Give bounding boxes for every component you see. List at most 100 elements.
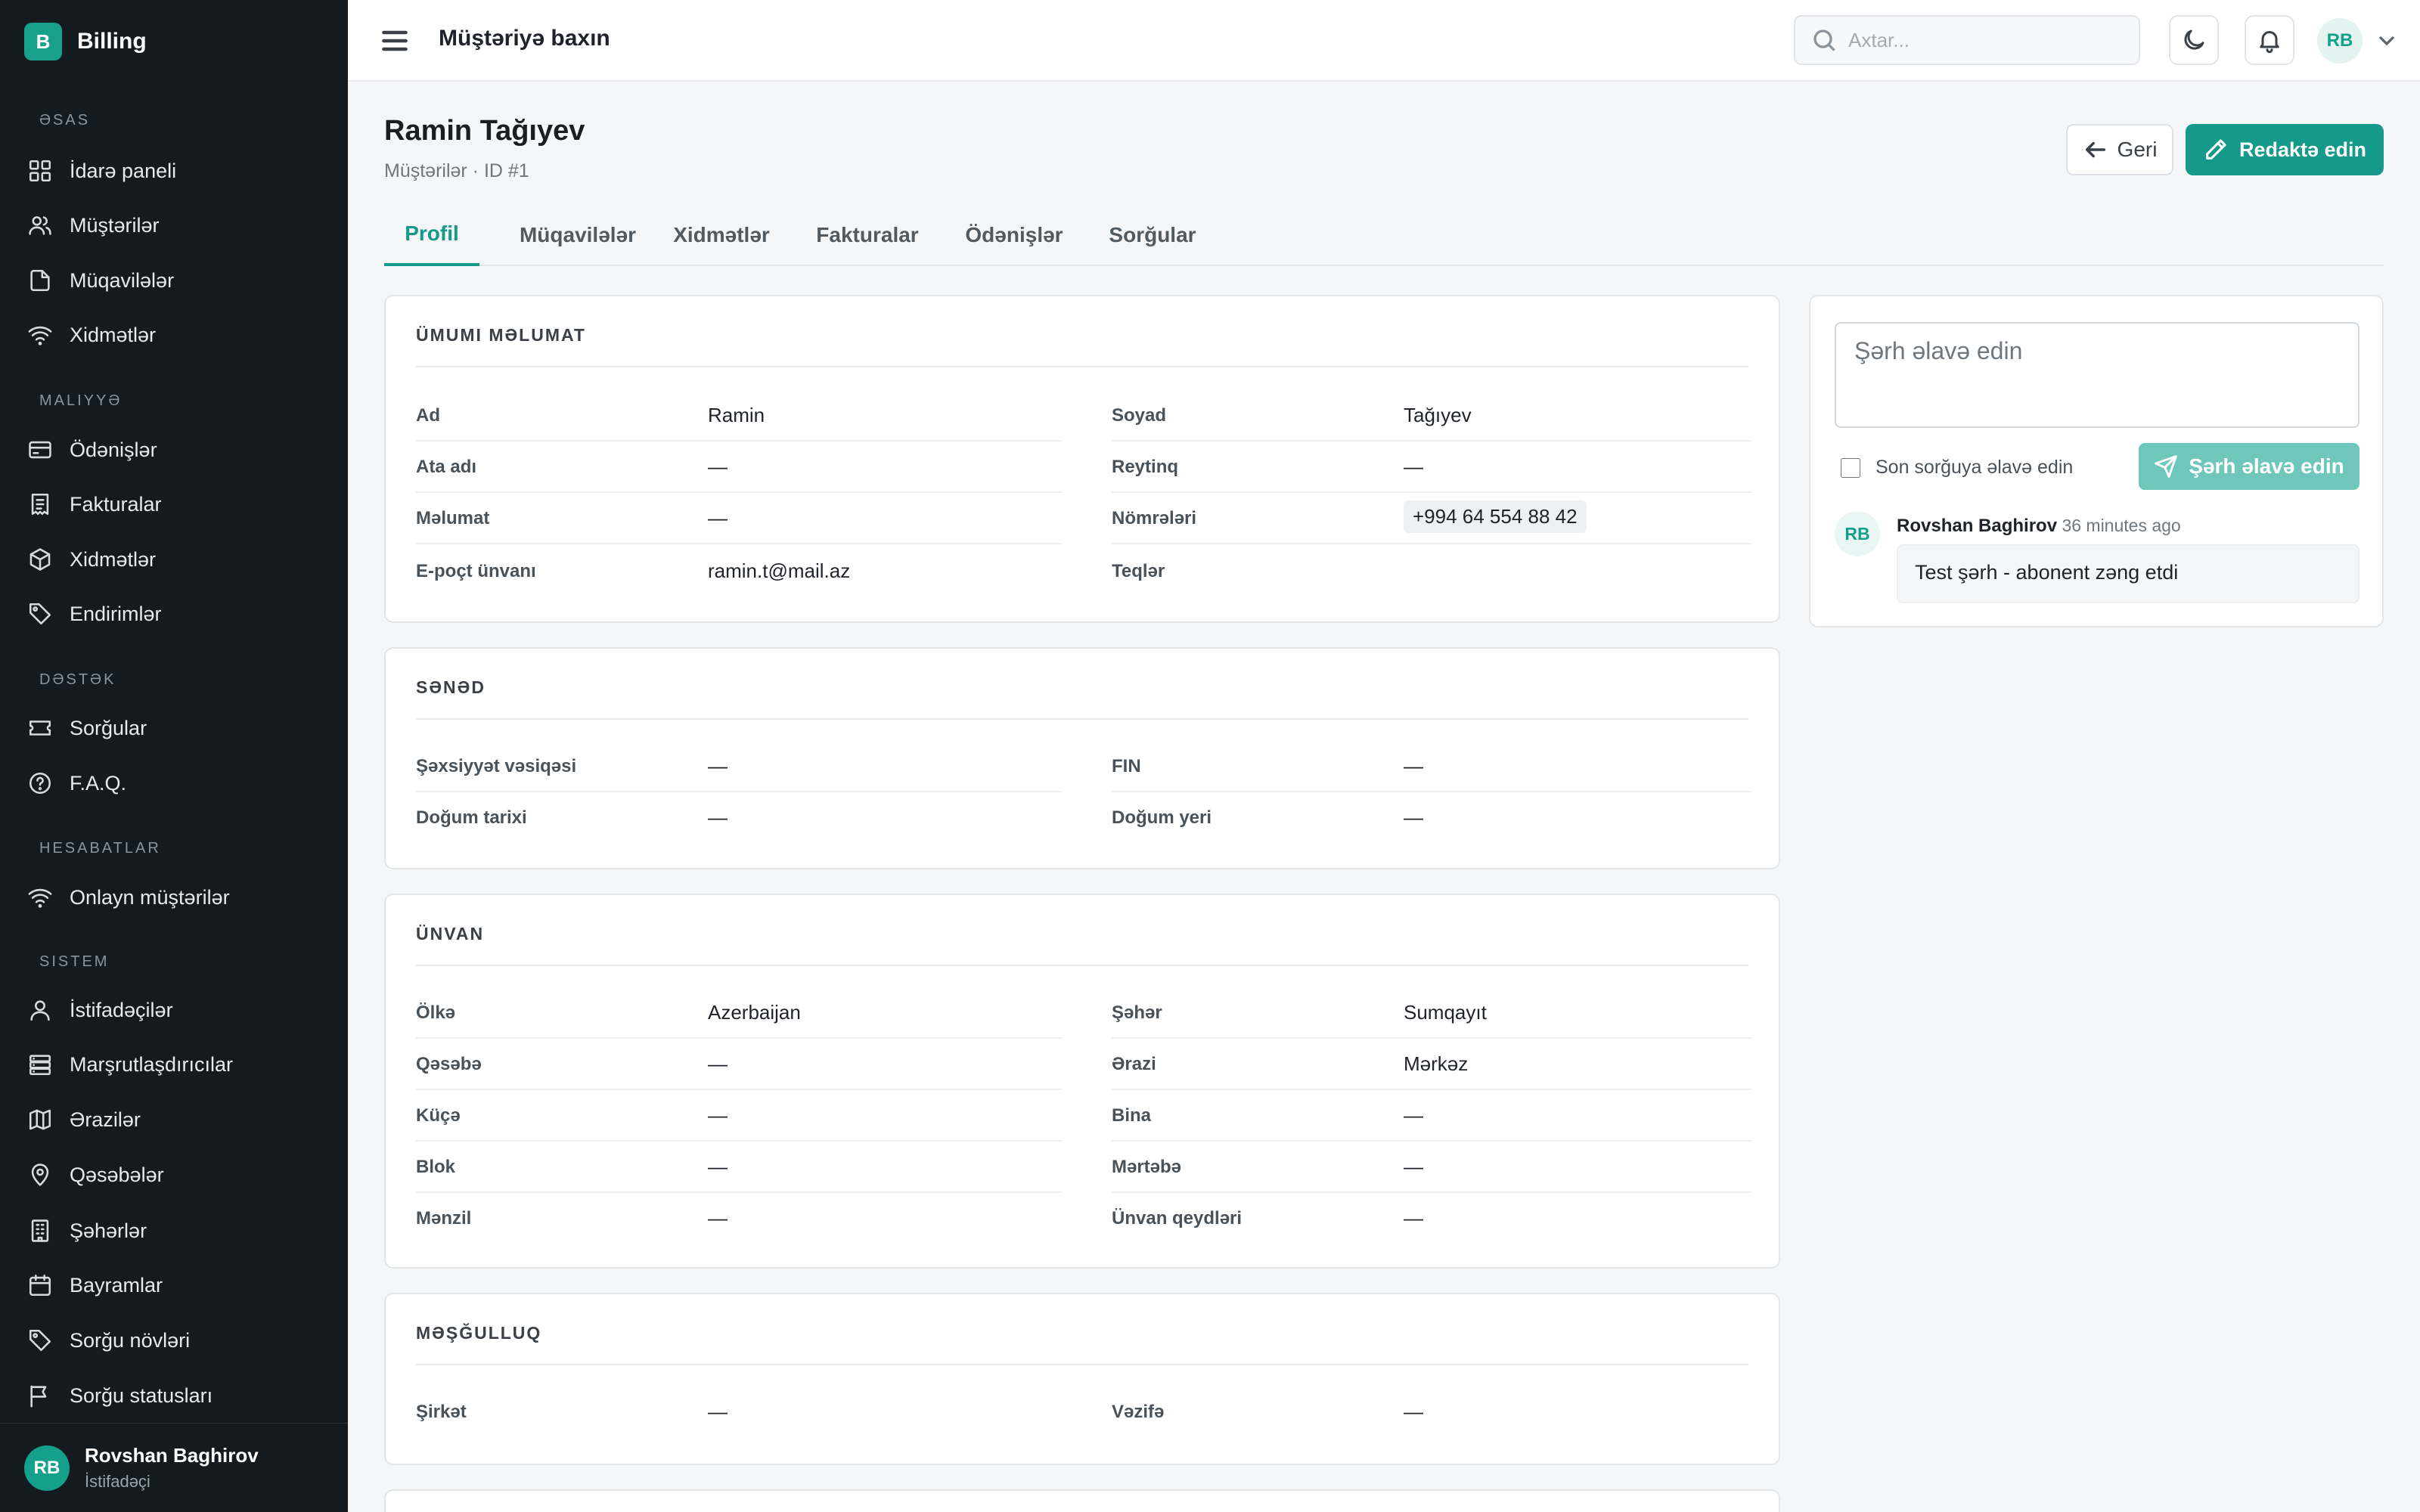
field-value: — xyxy=(1404,455,1423,478)
tab-requests[interactable]: Sorğular xyxy=(1091,204,1215,266)
field-label: Ərazi xyxy=(1112,1054,1156,1074)
sidebar-item-invoices[interactable]: Fakturalar xyxy=(27,487,162,522)
sidebar-item-request-types[interactable]: Sorğu növləri xyxy=(27,1323,190,1358)
sidebar-item-contracts[interactable]: Müqavilələr xyxy=(27,263,174,298)
field-label: Şəxsiyyət vəsiqəsi xyxy=(416,756,577,776)
sidebar-item-label: F.A.Q. xyxy=(70,771,127,795)
comment-author: Rovshan Baghirov xyxy=(1897,516,2058,536)
tab-contracts[interactable]: Müqavilələr xyxy=(498,204,658,266)
sidebar-item-areas[interactable]: Ərazilər xyxy=(27,1102,141,1137)
search-box[interactable] xyxy=(1794,15,2140,65)
field-label: Ölkə xyxy=(416,1002,456,1023)
flag-icon xyxy=(30,1385,47,1408)
sidebar-item-label: Fakturalar xyxy=(70,492,162,516)
sidebar-item-label: Müqavilələr xyxy=(70,268,175,292)
arrow-left-icon xyxy=(2085,141,2105,158)
phone-chip[interactable]: +994 64 554 88 42 xyxy=(1404,500,1587,533)
field-value: — xyxy=(708,1052,728,1075)
menu-toggle-button[interactable] xyxy=(378,24,411,57)
sidebar-item-request-statuses[interactable]: Sorğu statusları xyxy=(27,1378,213,1413)
field-label: Teqlər xyxy=(1112,561,1165,581)
sidebar-user[interactable]: RB Rovshan Baghirov İstifadəçi xyxy=(0,1423,348,1512)
sidebar-item-customers[interactable]: Müştərilər xyxy=(27,208,160,243)
field-address-notes: Ünvan qeydləri — xyxy=(1112,1193,1751,1244)
field-label: Vəzifə xyxy=(1112,1402,1165,1422)
edit-button[interactable]: Redaktə edin xyxy=(2186,124,2384,175)
tab-profile[interactable]: Profil xyxy=(384,204,479,266)
add-comment-button[interactable]: Şərh əlavə edin xyxy=(2139,443,2360,490)
sidebar-item-discounts[interactable]: Endirimlər xyxy=(27,596,162,631)
sidebar-item-users[interactable]: İstifadəçilər xyxy=(27,993,173,1027)
sidebar-item-services[interactable]: Xidmətlər xyxy=(27,318,156,352)
hamburger-icon xyxy=(382,30,408,51)
field-value: — xyxy=(708,1104,728,1126)
card-title: SƏNƏD xyxy=(416,677,486,697)
user-avatar-button[interactable]: RB xyxy=(2317,18,2363,64)
field-tags: Teqlər xyxy=(1112,546,1751,597)
field-label: Məlumat xyxy=(416,508,490,528)
sidebar-item-requests[interactable]: Sorğular xyxy=(27,711,147,745)
field-label: Küçə xyxy=(416,1105,461,1126)
sidebar-item-dashboard[interactable]: İdarə paneli xyxy=(27,153,176,188)
tab-services[interactable]: Xidmətlər xyxy=(661,204,782,266)
sidebar-item-payments[interactable]: Ödənişlər xyxy=(27,432,157,467)
checkbox[interactable] xyxy=(1841,457,1860,478)
server-icon xyxy=(29,1055,51,1076)
sidebar-item-label: Xidmətlər xyxy=(70,547,157,571)
divider xyxy=(416,366,1748,367)
map-pin-icon xyxy=(31,1163,49,1186)
field-label: FIN xyxy=(1112,756,1141,776)
sidebar-user-info: Rovshan Baghirov İstifadəçi xyxy=(85,1444,259,1492)
help-circle-icon xyxy=(29,772,51,795)
field-label: Soyad xyxy=(1112,405,1167,426)
attach-to-request-checkbox[interactable]: Son sorğuya əlavə edin xyxy=(1841,457,2073,479)
sidebar-item-label: Müştərilər xyxy=(70,213,160,237)
sidebar-item-services-catalog[interactable]: Xidmətlər xyxy=(27,542,156,577)
back-button[interactable]: Geri xyxy=(2066,124,2173,175)
sidebar-item-settlements[interactable]: Qəsəbələr xyxy=(27,1157,164,1192)
field-area: Ərazi Mərkəz xyxy=(1112,1039,1751,1090)
general-info-card: ÜMUMI MƏLUMAT Ad Ramin Soyad Tağıyev Ata a… xyxy=(384,295,1780,623)
next-card xyxy=(384,1489,1780,1512)
field-value: — xyxy=(708,1207,728,1229)
bell-icon xyxy=(2260,31,2279,54)
sidebar-item-label: Endirimlər xyxy=(70,602,162,625)
edit-button-label: Redaktə edin xyxy=(2238,138,2367,161)
sidebar-item-label: İstifadəçilər xyxy=(70,998,173,1021)
tag-icon xyxy=(29,1329,51,1352)
field-block: Blok — xyxy=(416,1142,1062,1193)
field-city: Şəhər Sumqayıt xyxy=(1112,987,1751,1039)
sidebar-item-routers[interactable]: Marşrutlaşdırıcılar xyxy=(27,1047,233,1082)
tab-payments[interactable]: Ödənişlər xyxy=(950,204,1078,266)
field-label: Reytinq xyxy=(1112,457,1179,477)
field-label: Blok xyxy=(416,1157,456,1177)
address-card: ÜNVAN Ölkə Azerbaijan Şəhər Sumqayıt Qəsəb… xyxy=(384,894,1780,1269)
comment-header: Rovshan Baghirov 36 minutes ago xyxy=(1897,516,2181,537)
sidebar-item-holidays[interactable]: Bayramlar xyxy=(27,1268,163,1303)
field-label: Şirkət xyxy=(416,1402,467,1422)
search-input[interactable] xyxy=(1848,28,2121,52)
field-value: — xyxy=(1404,1400,1423,1423)
send-icon xyxy=(2155,455,2178,478)
tab-invoices[interactable]: Fakturalar xyxy=(799,204,936,266)
user-menu-toggle[interactable] xyxy=(2375,29,2399,53)
sidebar-item-cities[interactable]: Şəhərlər xyxy=(27,1213,147,1248)
sidebar-item-faq[interactable]: F.A.Q. xyxy=(27,766,126,801)
divider xyxy=(416,1364,1748,1365)
field-patronymic: Ata adı — xyxy=(416,442,1062,493)
dashboard-icon xyxy=(29,160,51,182)
brand[interactable]: B Billing xyxy=(24,23,147,60)
sidebar-item-label: İdarə paneli xyxy=(70,159,177,182)
notifications-button[interactable] xyxy=(2245,15,2294,65)
sidebar: B Billing ƏSAS İdarə paneli Müştərilər M… xyxy=(0,0,348,1512)
field-value: Sumqayıt xyxy=(1404,1001,1487,1024)
comment-input[interactable] xyxy=(1835,322,2360,428)
tag-icon xyxy=(29,603,51,625)
field-value: — xyxy=(1404,1155,1423,1178)
sidebar-item-online-customers[interactable]: Onlayn müştərilər xyxy=(27,880,230,915)
box-icon xyxy=(29,548,51,571)
theme-toggle-button[interactable] xyxy=(2169,15,2219,65)
breadcrumb: Müştərilər · ID #1 xyxy=(384,160,529,181)
receipt-icon xyxy=(31,493,49,516)
field-value: Tağıyev xyxy=(1404,404,1472,426)
